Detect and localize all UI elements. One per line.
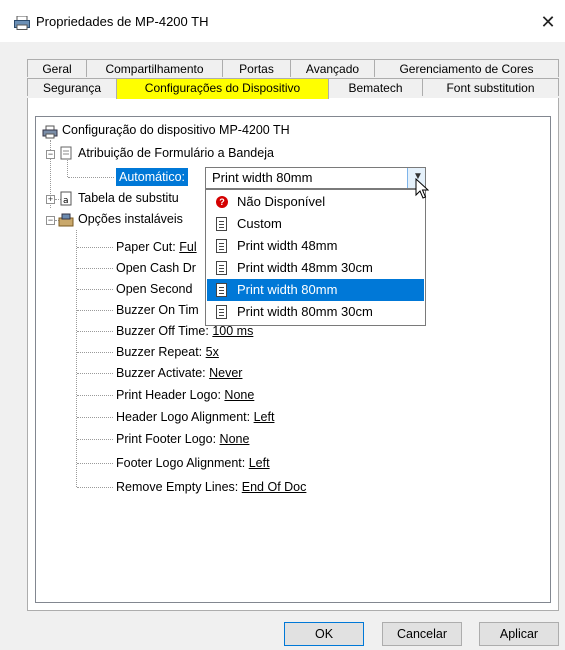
expand-toggle[interactable]: + xyxy=(46,195,55,204)
tree-line xyxy=(77,463,113,464)
collapse-toggle[interactable]: − xyxy=(46,216,55,225)
option-print-footer-logo[interactable]: Print Footer Logo: None xyxy=(116,429,249,449)
tree-form-assign-label[interactable]: Atribuição de Formulário a Bandeja xyxy=(78,143,274,163)
title-bar: Propriedades de MP-4200 TH ✕ xyxy=(0,0,565,42)
tab-font-substitution[interactable]: Font substitution xyxy=(422,78,559,96)
tab-gerenciamento-de-cores[interactable]: Gerenciamento de Cores xyxy=(374,59,559,77)
document-icon xyxy=(216,239,227,253)
tab-geral[interactable]: Geral xyxy=(27,59,87,77)
tree-line xyxy=(77,395,113,396)
collapse-toggle[interactable]: − xyxy=(46,150,55,159)
tree-line xyxy=(77,247,113,248)
option-value: Never xyxy=(209,366,243,380)
document-icon xyxy=(216,305,227,319)
options-icon xyxy=(58,213,74,227)
option-name: Paper Cut: xyxy=(116,240,176,254)
option-name: Footer Logo Alignment: xyxy=(116,456,246,470)
option-remove-empty-lines[interactable]: Remove Empty Lines: End Of Doc xyxy=(116,477,306,497)
option-open-second[interactable]: Open Second xyxy=(116,279,192,299)
tab-seguranca[interactable]: Segurança xyxy=(27,78,117,96)
paper-size-combobox[interactable]: Print width 80mm ▼ xyxy=(205,167,426,189)
close-button[interactable]: ✕ xyxy=(531,8,565,36)
option-value: Left xyxy=(253,410,275,424)
printer-properties-window: Propriedades de MP-4200 TH ✕ Geral Compa… xyxy=(0,0,565,650)
option-name: Print Header Logo: xyxy=(116,388,221,402)
option-value: None xyxy=(224,388,255,402)
option-name: Remove Empty Lines: xyxy=(116,480,239,494)
option-value: Left xyxy=(248,456,270,470)
cancel-button[interactable]: Cancelar xyxy=(382,622,462,646)
option-buzzer-on-time[interactable]: Buzzer On Tim xyxy=(116,300,199,320)
dropdown-option-highlighted[interactable]: Print width 80mm xyxy=(207,279,424,301)
option-name: Buzzer Off Time: xyxy=(116,324,209,338)
option-open-cash-drawer[interactable]: Open Cash Dr xyxy=(116,258,196,278)
svg-text:a: a xyxy=(63,196,69,206)
tab-avancado[interactable]: Avançado xyxy=(290,59,375,77)
tree-line xyxy=(77,487,113,488)
dropdown-option[interactable]: Print width 80mm 30cm xyxy=(207,301,424,323)
tree-line xyxy=(68,177,114,178)
printer-icon xyxy=(42,125,58,139)
dropdown-option[interactable]: ? Não Disponível xyxy=(207,191,424,213)
option-print-header-logo[interactable]: Print Header Logo: None xyxy=(116,385,254,405)
option-paper-cut[interactable]: Paper Cut: Ful xyxy=(116,237,197,257)
auto-tray-label[interactable]: Automático: xyxy=(116,168,189,186)
form-tray-icon xyxy=(60,146,72,160)
tree-line xyxy=(77,352,113,353)
option-name: Open Second xyxy=(116,282,193,296)
option-value: 5x xyxy=(205,345,219,359)
option-label: Print width 48mm 30cm xyxy=(237,260,373,275)
document-icon xyxy=(216,283,227,297)
option-label: Não Disponível xyxy=(237,194,326,209)
option-header-logo-alignment[interactable]: Header Logo Alignment: Left xyxy=(116,407,274,427)
tree-line xyxy=(77,331,113,332)
tree-line xyxy=(77,268,113,269)
tree-line xyxy=(77,310,113,311)
tree-root-label[interactable]: Configuração do dispositivo MP-4200 TH xyxy=(62,120,290,140)
mouse-cursor-icon xyxy=(415,178,429,199)
option-value: 100 ms xyxy=(212,324,254,338)
apply-button[interactable]: Aplicar xyxy=(479,622,559,646)
tab-compartilhamento[interactable]: Compartilhamento xyxy=(86,59,223,77)
printer-icon xyxy=(14,16,30,30)
option-label: Print width 80mm 30cm xyxy=(237,304,373,319)
tree-line xyxy=(77,373,113,374)
document-icon xyxy=(216,261,227,275)
option-value: None xyxy=(219,432,250,446)
tree-line xyxy=(77,439,113,440)
dropdown-option[interactable]: Print width 48mm xyxy=(207,235,424,257)
tab-portas[interactable]: Portas xyxy=(222,59,291,77)
paper-size-dropdown[interactable]: ? Não Disponível Custom Print width 48mm… xyxy=(205,189,426,326)
dropdown-option[interactable]: Custom xyxy=(207,213,424,235)
option-name: Buzzer Activate: xyxy=(116,366,206,380)
document-icon xyxy=(216,217,227,231)
tab-configuracoes-do-dispositivo[interactable]: Configurações do Dispositivo xyxy=(116,78,329,99)
tree-options-label[interactable]: Opções instaláveis xyxy=(78,209,183,229)
option-label: Print width 48mm xyxy=(237,238,338,253)
tree-font-table-label[interactable]: Tabela de substitu xyxy=(78,188,179,208)
ok-button[interactable]: OK xyxy=(284,622,364,646)
option-footer-logo-alignment[interactable]: Footer Logo Alignment: Left xyxy=(116,453,270,473)
option-buzzer-activate[interactable]: Buzzer Activate: Never xyxy=(116,363,242,383)
option-name: Print Footer Logo: xyxy=(116,432,217,446)
tree-line xyxy=(77,289,113,290)
option-name: Header Logo Alignment: xyxy=(116,410,251,424)
combobox-value: Print width 80mm xyxy=(212,170,313,185)
window-title: Propriedades de MP-4200 TH xyxy=(36,14,209,29)
tab-bematech[interactable]: Bematech xyxy=(328,78,423,96)
unavailable-icon: ? xyxy=(216,196,228,208)
option-buzzer-repeat[interactable]: Buzzer Repeat: 5x xyxy=(116,342,219,362)
option-label: Custom xyxy=(237,216,282,231)
font-table-icon: a xyxy=(60,191,72,206)
option-name: Buzzer On Tim xyxy=(116,303,199,317)
option-label: Print width 80mm xyxy=(237,282,338,297)
option-name: Open Cash Dr xyxy=(116,261,196,275)
option-value: Ful xyxy=(179,240,197,254)
option-name: Buzzer Repeat: xyxy=(116,345,203,359)
tree-line xyxy=(67,160,68,177)
option-value: End Of Doc xyxy=(241,480,307,494)
tree-line xyxy=(77,417,113,418)
dropdown-option[interactable]: Print width 48mm 30cm xyxy=(207,257,424,279)
